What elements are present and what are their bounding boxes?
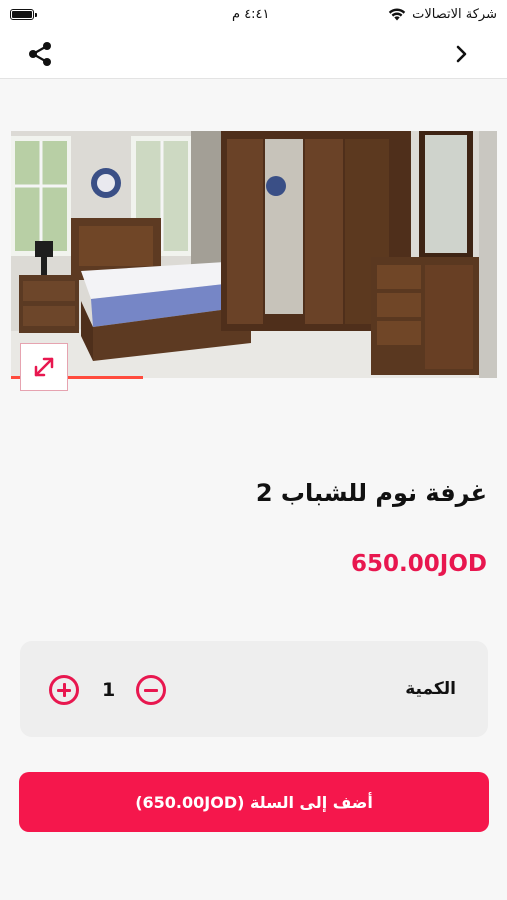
chevron-right-icon[interactable]	[451, 43, 473, 65]
carrier-name: شركة الاتصالات	[412, 6, 497, 22]
quantity-label: الكمية	[405, 679, 456, 699]
status-bar: شركة الاتصالات ٤:٤١ م	[0, 0, 507, 28]
quantity-card: الكمية 1	[20, 641, 488, 737]
product-price: 650.00JOD	[351, 551, 487, 577]
battery-icon	[10, 8, 37, 20]
wifi-icon	[388, 8, 406, 20]
status-left	[10, 8, 37, 20]
status-time: ٤:٤١ م	[232, 7, 270, 22]
quantity-value: 1	[102, 679, 116, 701]
add-to-cart-button[interactable]: أضف إلى السلة (650.00JOD)	[19, 772, 489, 832]
bedroom-illustration	[11, 131, 497, 378]
product-image[interactable]	[11, 131, 497, 378]
top-navbar	[0, 28, 507, 79]
plus-circle-icon[interactable]	[49, 675, 79, 705]
share-icon[interactable]	[26, 40, 54, 68]
status-right: شركة الاتصالات	[388, 7, 497, 22]
expand-button[interactable]	[20, 343, 68, 391]
expand-icon	[34, 357, 54, 377]
product-title: غرفة نوم للشباب 2	[255, 479, 487, 507]
minus-circle-icon[interactable]	[136, 675, 166, 705]
